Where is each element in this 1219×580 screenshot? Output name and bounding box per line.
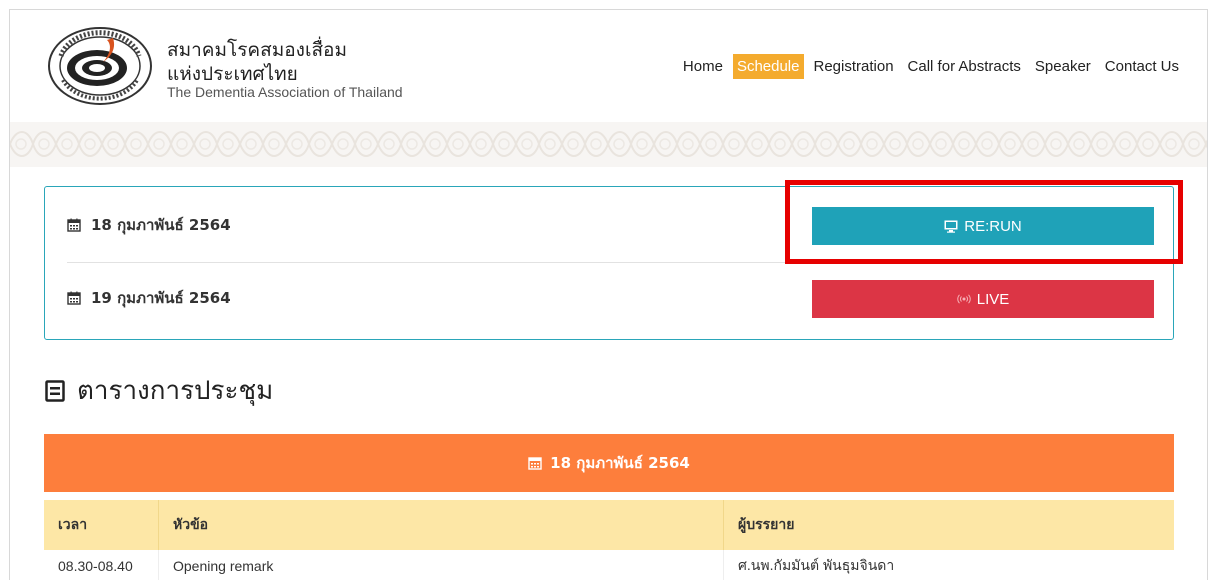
section-title: ตารางการประชุม bbox=[45, 370, 273, 411]
date-selector-panel: 18 กุมภาพันธ์ 2564 RE:RUN 19 กุมภาพันธ์ bbox=[44, 186, 1174, 340]
column-header-time: เวลา bbox=[44, 500, 158, 550]
date-label: 18 กุมภาพันธ์ 2564 bbox=[67, 213, 231, 237]
schedule-table: เวลา หัวข้อ ผู้บรรยาย 08.30-08.40 Openin… bbox=[44, 500, 1174, 580]
live-button-label: LIVE bbox=[976, 290, 1010, 308]
rerun-button-label: RE:RUN bbox=[964, 217, 1022, 235]
page-frame: สมาคมโรคสมองเสื่อม แห่งประเทศไทย The Dem… bbox=[9, 9, 1208, 580]
brand-name-english: The Dementia Association of Thailand bbox=[167, 84, 403, 100]
pattern-graphic bbox=[10, 122, 1207, 167]
nav-schedule[interactable]: Schedule bbox=[732, 54, 804, 79]
nav-speaker[interactable]: Speaker bbox=[1031, 54, 1095, 79]
site-header: สมาคมโรคสมองเสื่อม แห่งประเทศไทย The Dem… bbox=[10, 10, 1207, 122]
cell-speaker: ศ.นพ.กัมมันต์ พันธุมจินดา bbox=[723, 550, 1174, 580]
nav-registration[interactable]: Registration bbox=[810, 54, 898, 79]
nav-home[interactable]: Home bbox=[679, 54, 727, 79]
date-text: 18 กุมภาพันธ์ 2564 bbox=[91, 216, 231, 234]
column-header-speaker: ผู้บรรยาย bbox=[723, 500, 1174, 550]
main-nav: Home Schedule Registration Call for Abst… bbox=[673, 54, 1183, 79]
document-list-icon bbox=[45, 379, 65, 402]
column-header-topic: หัวข้อ bbox=[158, 500, 723, 550]
broadcast-icon bbox=[957, 294, 971, 304]
schedule-date-banner: 18 กุมภาพันธ์ 2564 bbox=[44, 434, 1174, 492]
table-header-row: เวลา หัวข้อ ผู้บรรยาย bbox=[44, 500, 1174, 550]
decorative-pattern-band bbox=[10, 122, 1207, 167]
table-row: 08.30-08.40 Opening remark ศ.นพ.กัมมันต์… bbox=[44, 550, 1174, 580]
row-divider bbox=[67, 262, 1153, 263]
association-logo[interactable] bbox=[47, 26, 153, 106]
date-row: 19 กุมภาพันธ์ 2564 LIVE bbox=[67, 276, 1154, 318]
cell-topic: Opening remark bbox=[158, 550, 723, 580]
calendar-icon bbox=[528, 457, 542, 470]
date-label: 19 กุมภาพันธ์ 2564 bbox=[67, 286, 231, 310]
nav-call-for-abstracts[interactable]: Call for Abstracts bbox=[904, 54, 1025, 79]
schedule-date-text: 18 กุมภาพันธ์ 2564 bbox=[550, 454, 690, 472]
calendar-icon bbox=[67, 218, 81, 232]
date-row: 18 กุมภาพันธ์ 2564 RE:RUN bbox=[67, 203, 1154, 245]
rerun-button[interactable]: RE:RUN bbox=[812, 207, 1154, 245]
monitor-icon bbox=[944, 220, 958, 233]
date-text: 19 กุมภาพันธ์ 2564 bbox=[91, 289, 231, 307]
calendar-icon bbox=[67, 291, 81, 305]
section-title-text: ตารางการประชุม bbox=[77, 376, 274, 406]
nav-contact-us[interactable]: Contact Us bbox=[1101, 54, 1183, 79]
live-button[interactable]: LIVE bbox=[812, 280, 1154, 318]
cell-time: 08.30-08.40 bbox=[44, 550, 158, 580]
